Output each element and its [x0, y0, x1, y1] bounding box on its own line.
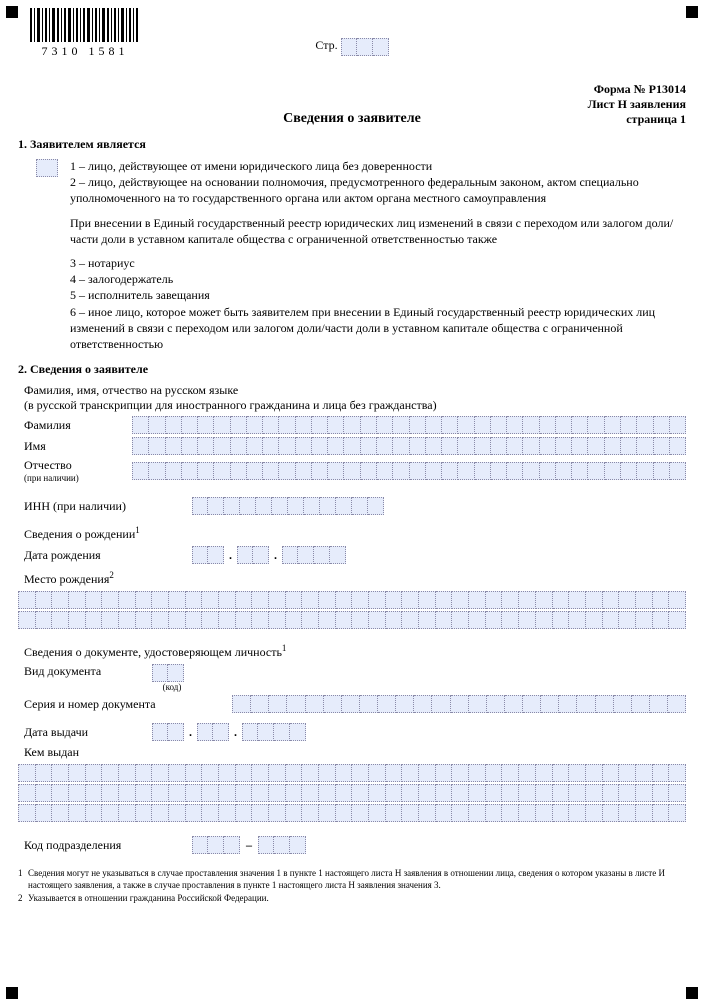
birth-date-month-input[interactable]	[237, 546, 269, 564]
doc-type-input[interactable]	[152, 664, 184, 682]
patronymic-input[interactable]	[132, 462, 686, 480]
page-label: Стр.	[315, 38, 337, 53]
dept-code-label: Код подразделения	[24, 838, 184, 853]
name-label: Имя	[24, 439, 124, 454]
inn-label: ИНН (при наличии)	[24, 499, 184, 514]
barcode-number: 7310 1581	[30, 44, 140, 59]
section1-note: При внесении в Единый государственный ре…	[70, 215, 686, 247]
dept-code-part1-input[interactable]	[192, 836, 240, 854]
doc-title: Сведения о заявителе	[18, 111, 686, 127]
name-input[interactable]	[132, 437, 686, 455]
issue-date-label: Дата выдачи	[24, 725, 144, 740]
fio-note1: Фамилия, имя, отчество на русском языке	[24, 383, 686, 398]
issue-date-day-input[interactable]	[152, 723, 184, 741]
doc-type-label: Вид документа	[24, 664, 144, 679]
doc-sn-input[interactable]	[232, 695, 686, 713]
iddoc-heading: Сведения о документе, удостоверяющем лич…	[24, 643, 686, 660]
inn-input[interactable]	[192, 497, 384, 515]
page-number-input[interactable]	[341, 38, 389, 56]
section1-heading: 1. Заявителем является	[18, 137, 686, 152]
patronymic-label: Отчество (при наличии)	[24, 458, 124, 483]
birth-date-year-input[interactable]	[282, 546, 346, 564]
crop-mark-tl	[6, 6, 18, 18]
birth-date-label: Дата рождения	[24, 548, 184, 563]
applicant-type-options-cont: 3 – нотариус 4 – залогодержатель 5 – исп…	[70, 255, 686, 352]
issue-date-year-input[interactable]	[242, 723, 306, 741]
applicant-type-input[interactable]	[36, 159, 58, 177]
footnotes: 1Сведения могут не указываться в случае …	[18, 868, 686, 905]
issued-by-label: Кем выдан	[24, 745, 686, 760]
birth-heading: Сведения о рождении1	[24, 525, 686, 542]
crop-mark-bl	[6, 987, 18, 999]
birth-place-input[interactable]	[18, 591, 686, 629]
crop-mark-tr	[686, 6, 698, 18]
barcode: 7310 1581	[30, 8, 140, 59]
crop-mark-br	[686, 987, 698, 999]
issued-by-input[interactable]	[18, 764, 686, 822]
doc-type-sub: (код)	[152, 682, 192, 692]
surname-label: Фамилия	[24, 418, 124, 433]
surname-input[interactable]	[132, 416, 686, 434]
doc-sn-label: Серия и номер документа	[24, 697, 224, 712]
form-identifier: Форма № Р13014 Лист Н заявления страница…	[588, 82, 686, 127]
birth-date-day-input[interactable]	[192, 546, 224, 564]
issue-date-month-input[interactable]	[197, 723, 229, 741]
birth-place-label: Место рождения2	[24, 570, 686, 587]
fio-note2: (в русской транскрипции для иностранного…	[24, 398, 686, 413]
section2-heading: 2. Сведения о заявителе	[18, 362, 686, 377]
dept-code-part2-input[interactable]	[258, 836, 306, 854]
applicant-type-options: 1 – лицо, действующее от имени юридическ…	[70, 158, 686, 207]
